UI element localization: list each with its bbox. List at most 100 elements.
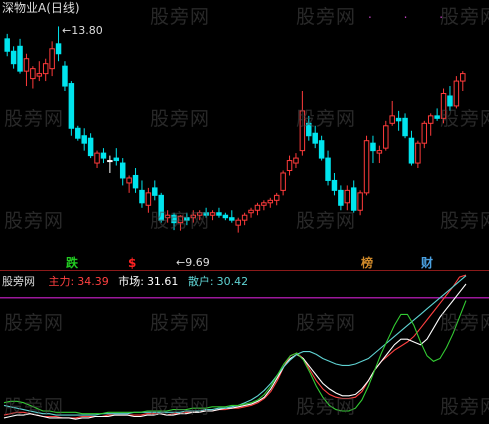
candle-body	[344, 189, 351, 204]
main-force-value: 34.39	[77, 275, 109, 288]
candle-body	[261, 202, 267, 206]
candle-body	[23, 58, 30, 72]
candle-body	[434, 115, 440, 119]
candle-body	[132, 174, 139, 189]
candle-body	[87, 137, 94, 157]
signal-cai: 财	[421, 256, 434, 270]
arrow-left-icon: ←	[176, 256, 186, 269]
candle-body	[376, 150, 383, 154]
watermark: 股旁网	[296, 108, 357, 130]
main-force-label: 主力:	[48, 275, 75, 288]
signal-bang: 榜	[361, 256, 374, 270]
signal-die: 跌	[66, 256, 79, 270]
candle-body	[408, 137, 415, 164]
series-line	[3, 283, 467, 420]
candle-body	[81, 135, 87, 144]
watermark: 股旁网	[440, 312, 489, 334]
high-price-label: 13.80	[71, 24, 103, 37]
candle-body	[113, 157, 120, 162]
candle-body	[107, 160, 113, 163]
candle-body	[421, 122, 428, 144]
watermark: 股旁网	[296, 396, 357, 418]
candle-body	[280, 172, 286, 191]
candle-body	[216, 212, 222, 216]
watermark: 股旁网	[4, 108, 65, 130]
series-line	[3, 274, 467, 419]
candle-body	[30, 68, 36, 80]
candle-body	[254, 204, 261, 211]
candle-body	[62, 65, 68, 87]
candle-body	[363, 140, 370, 194]
watermark: 股旁网	[296, 312, 357, 334]
series-line	[3, 275, 467, 416]
candle-body	[286, 160, 293, 172]
candle-body	[68, 83, 75, 129]
watermark: 股旁网	[440, 396, 489, 418]
candle-body	[325, 157, 331, 181]
candle-body	[383, 125, 389, 149]
candle-body	[229, 217, 235, 221]
watermark: 股旁网	[150, 312, 211, 334]
candle-body	[338, 189, 344, 206]
candle-body	[248, 209, 254, 214]
watermark: 股旁网	[296, 210, 357, 232]
candle-body	[94, 152, 100, 164]
candle-body	[267, 199, 274, 204]
candle-body	[395, 117, 402, 122]
watermark: 股旁网	[4, 396, 65, 418]
chart-stage: 深物业A(日线) . . . ←13.80 ←9.69 跌 $ 榜 财 股旁网 …	[0, 0, 489, 424]
watermark: 股旁网	[296, 6, 357, 28]
candle-body	[209, 212, 216, 216]
candle-body	[402, 117, 408, 137]
candle-body	[273, 194, 280, 201]
candle-body	[17, 45, 23, 72]
market-label: 市场:	[118, 275, 144, 288]
candle-body	[49, 48, 55, 70]
candle-body	[389, 115, 395, 124]
candle-body	[4, 38, 10, 52]
candle-body	[222, 214, 229, 219]
retail-value: 30.42	[216, 275, 249, 288]
candle-body	[10, 50, 17, 65]
high-price-marker: ←13.80	[62, 19, 103, 38]
market-value: 31.61	[146, 275, 179, 288]
candlestick-chart	[4, 26, 466, 233]
watermark: 股旁网	[440, 108, 489, 130]
candle-body	[415, 142, 421, 164]
candle-body	[100, 152, 107, 159]
candle-body	[293, 157, 299, 164]
indicator-legend: 股旁网 主力: 34.39 市场: 31.61 散户: 30.42	[2, 273, 249, 288]
candle-body	[119, 162, 126, 179]
candle-body	[152, 187, 158, 196]
watermark: 股旁网	[150, 396, 211, 418]
candle-body	[75, 127, 81, 139]
chart-title: 深物业A(日线)	[2, 1, 80, 15]
watermark: 股旁网	[150, 108, 211, 130]
indicator-chart	[0, 274, 489, 420]
candle-body	[241, 214, 248, 221]
candle-body	[357, 192, 363, 211]
candle-body	[145, 192, 152, 206]
candle-body	[139, 189, 145, 204]
panel-separator	[0, 270, 489, 271]
indicator-name: 股旁网	[2, 275, 35, 288]
low-price-label: 9.69	[185, 256, 210, 269]
candle-body	[453, 80, 460, 107]
candle-body	[312, 132, 318, 144]
candle-body	[370, 142, 376, 152]
signal-dollar: $	[128, 256, 137, 270]
watermark: 股旁网	[4, 312, 65, 334]
candle-body	[427, 115, 434, 124]
watermark: 股旁网	[150, 210, 211, 232]
watermark: 股旁网	[150, 6, 211, 28]
watermark: 股旁网	[440, 210, 489, 232]
candle-body	[36, 73, 43, 77]
retail-label: 散户:	[187, 275, 214, 288]
candle-body	[331, 179, 338, 191]
low-price-marker: ←9.69	[176, 251, 210, 270]
arrow-left-icon: ←	[62, 24, 72, 37]
candle-body	[318, 140, 325, 159]
candle-body	[235, 219, 241, 226]
candle-body	[55, 43, 62, 55]
candle-body	[126, 177, 132, 184]
